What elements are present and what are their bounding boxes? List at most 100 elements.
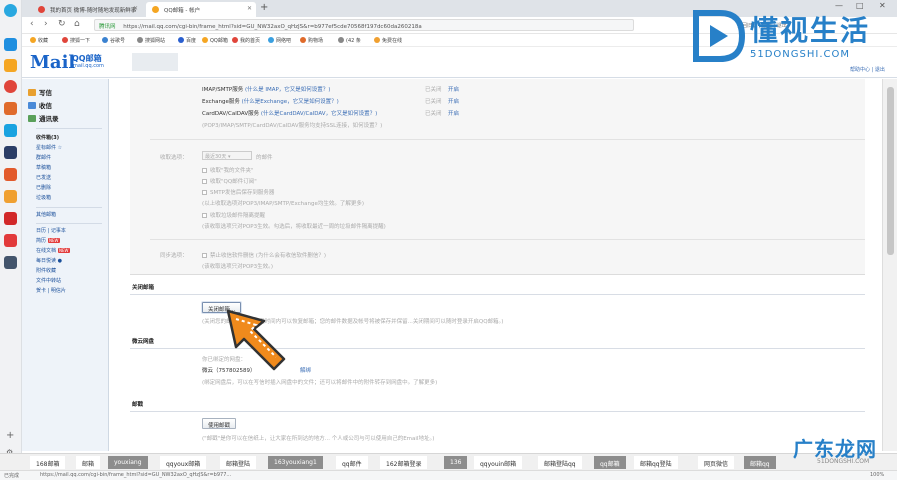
search-tag[interactable]: 邮箱qq <box>744 456 776 469</box>
weibo-app-icon[interactable] <box>4 80 17 93</box>
sidebar-item-deleted[interactable]: 已删除 <box>36 184 51 191</box>
imap-help-link[interactable]: (什么是 IMAP，它又是如何设置？) <box>245 87 331 93</box>
bookmark-item[interactable]: 我的首页 <box>232 37 260 44</box>
compose-action[interactable]: 写信 <box>28 87 52 97</box>
favorite-app-icon[interactable] <box>4 59 17 72</box>
recv-range-select[interactable]: 最近30天 ▾ <box>202 151 252 160</box>
bookmark-item[interactable]: 购物场 <box>300 37 323 44</box>
close-tab-icon[interactable]: ✕ <box>133 5 138 12</box>
search-tag[interactable]: 136 <box>444 456 468 469</box>
sidebar-item-calendar[interactable]: 日历 | 记事本 <box>36 227 66 234</box>
bookmark-item[interactable]: 百度 <box>178 37 196 44</box>
scrollbar-thumb[interactable] <box>887 87 894 255</box>
url-input[interactable]: 腾讯网 https://mail.qq.com/cgi-bin/frame_ht… <box>94 19 634 31</box>
imap-status: 已关闭 <box>425 87 442 93</box>
use-postmark-button[interactable]: 使用邮戳 <box>202 418 237 429</box>
checkbox[interactable] <box>202 213 207 218</box>
video-app-icon[interactable] <box>4 212 17 225</box>
content-scrollbar[interactable] <box>882 79 897 451</box>
watermark-bottom-subtitle: 51DONGSHI.COM <box>817 458 870 465</box>
search-tag[interactable]: qqyouin邮箱 <box>474 456 523 469</box>
recv-note-pop3: (该收取选项只对POP3生效。勾选后，将收取最近一周的垃圾邮件隔离提醒) <box>202 224 386 230</box>
bookmark-item[interactable]: 搜狐网站 <box>137 37 165 44</box>
store-app-icon[interactable] <box>4 234 17 247</box>
doc-app-icon[interactable] <box>4 146 17 159</box>
close-tab-icon[interactable]: ✕ <box>247 5 252 12</box>
search-tag[interactable]: qq邮箱 <box>594 456 626 469</box>
shop-app-icon[interactable] <box>4 190 17 203</box>
tab-weibo[interactable]: 我的首页 微博-随时随地发现新鲜事 ✕ <box>32 2 142 17</box>
bookmark-item[interactable]: 谷歌号 <box>102 37 125 44</box>
contacts-action[interactable]: 通讯录 <box>28 113 59 123</box>
recv-option-smtp-save[interactable]: SMTP发信后保存到服务器 <box>202 188 274 196</box>
recv-option-spam-notice[interactable]: 收取垃圾邮件隔离提醒 <box>202 211 265 219</box>
site-icon <box>102 37 108 43</box>
add-app-icon[interactable]: + <box>6 430 14 441</box>
mail-app-icon[interactable] <box>4 38 17 51</box>
sidebar-item-other-mailbox[interactable]: 其他邮箱 <box>36 211 56 218</box>
sidebar-item-attachments[interactable]: 附件收藏 <box>36 267 56 274</box>
bookmark-item[interactable]: QQ邮箱 <box>202 37 228 44</box>
recv-option-subscribe[interactable]: 收取"QQ邮件订阅" <box>202 177 257 185</box>
weiyun-heading: 微云网盘 <box>132 339 155 345</box>
search-tag[interactable]: 168邮箱 <box>30 456 66 469</box>
game-app-icon[interactable] <box>4 102 17 115</box>
pay-app-icon[interactable] <box>4 124 17 137</box>
sidebar-divider <box>36 207 102 208</box>
carddav-help-link[interactable]: (什么是CardDAV/CalDAV，它又是如何设置？) <box>261 111 377 117</box>
bookmark-item[interactable]: 网络吧 <box>268 37 291 44</box>
bookmark-item[interactable]: 免费在线 <box>374 37 402 44</box>
qqmail-logo[interactable]: Mail <box>30 52 75 73</box>
sync-option-no-delete[interactable]: 禁止收信软件删信 (为什么会有收信软件删信？) <box>202 251 326 259</box>
receive-action[interactable]: 收信 <box>28 100 52 110</box>
checkbox[interactable] <box>202 179 207 184</box>
search-tag[interactable]: 163youxiang1 <box>268 456 323 469</box>
search-tag[interactable]: 邮箱 <box>76 456 101 469</box>
weiyun-unbind-link[interactable]: 解绑 <box>300 366 311 374</box>
site-icon <box>300 37 306 43</box>
checkbox[interactable] <box>202 168 207 173</box>
sidebar-item-file-transfer[interactable]: 文件中转站 <box>36 277 61 284</box>
carddav-toggle-link[interactable]: 开启 <box>448 109 459 117</box>
search-tag[interactable]: youxiang <box>108 456 148 469</box>
back-icon[interactable]: ‹ <box>30 19 34 29</box>
tab-qqmail[interactable]: QQ邮箱 - 帐户 ✕ <box>146 2 256 17</box>
refresh-icon[interactable]: ↻ <box>58 19 66 29</box>
sidebar-item-spam[interactable]: 垃圾箱 <box>36 194 51 201</box>
imap-toggle-link[interactable]: 开启 <box>448 85 459 93</box>
recv-option-folders[interactable]: 收取"我的文件夹" <box>202 166 254 174</box>
forward-icon[interactable]: › <box>44 19 48 29</box>
mail-header-links[interactable]: 帮助中心 | 退出 <box>850 66 885 73</box>
sidebar-item-docs[interactable]: 在线文档 NEW <box>36 247 70 254</box>
search-tag[interactable]: 邮箱登陆qq <box>538 456 582 469</box>
search-tag[interactable]: qqyoux邮箱 <box>160 456 207 469</box>
carddav-row: CardDAV/CalDAV服务 (什么是CardDAV/CalDAV，它又是如… <box>202 111 378 117</box>
bookmark-item[interactable]: 搜狐一下 <box>62 37 90 44</box>
bookmark-item[interactable]: 收藏 <box>30 37 48 44</box>
music-app-icon[interactable] <box>4 168 17 181</box>
browser-logo-icon[interactable] <box>4 4 17 17</box>
search-tag[interactable]: 162邮箱登录 <box>380 456 428 469</box>
site-icon <box>178 37 184 43</box>
sidebar-item-inbox[interactable]: 收件箱(3) <box>36 134 59 141</box>
sidebar-item-cards[interactable]: 贺卡 | 明信片 <box>36 287 66 294</box>
search-tag[interactable]: 邮箱qq登陆 <box>634 456 678 469</box>
sidebar-item-group[interactable]: 群邮件 <box>36 154 51 161</box>
home-icon[interactable]: ⌂ <box>74 19 80 29</box>
sidebar-item-drafts[interactable]: 草稿箱 <box>36 164 51 171</box>
sidebar-item-reading[interactable]: 每日悦读 ● <box>36 257 62 264</box>
search-tag[interactable]: 邮箱登陆 <box>220 456 257 469</box>
sidebar-item-starred[interactable]: 星标邮件 ☆ <box>36 144 62 151</box>
exchange-help-link[interactable]: (什么是Exchange，它又是如何设置？) <box>242 99 339 105</box>
exchange-toggle-link[interactable]: 开启 <box>448 97 459 105</box>
search-tag[interactable]: qq邮件 <box>336 456 368 469</box>
sidebar-item-sent[interactable]: 已发送 <box>36 174 51 181</box>
bookmark-item[interactable]: (42 条 <box>338 37 361 44</box>
zoom-level[interactable]: 100% <box>870 472 884 478</box>
new-tab-icon[interactable]: + <box>260 2 268 13</box>
sidebar-item-resume[interactable]: 简历 NEW <box>36 237 60 244</box>
checkbox[interactable] <box>202 190 207 195</box>
picture-app-icon[interactable] <box>4 256 17 269</box>
checkbox[interactable] <box>202 253 207 258</box>
search-tag[interactable]: 网页微信 <box>698 456 735 469</box>
